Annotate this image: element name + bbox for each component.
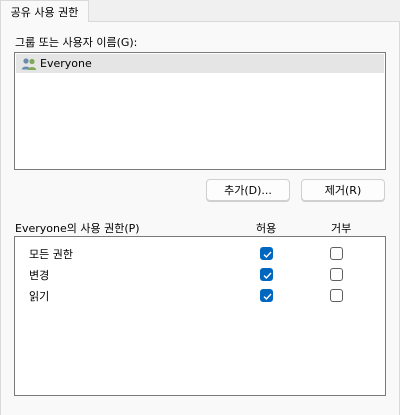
group-list-label: 그룹 또는 사용자 이름(G):: [15, 36, 138, 49]
permission-row-change: 변경: [15, 265, 385, 285]
list-item-everyone[interactable]: Everyone: [16, 54, 384, 73]
allow-change-checkbox[interactable]: [260, 268, 273, 281]
permission-row-read: 읽기: [15, 286, 385, 306]
allow-column-header: 허용: [256, 222, 277, 235]
add-button[interactable]: 추가(D)...: [206, 179, 290, 201]
remove-button[interactable]: 제거(R): [301, 179, 385, 201]
permission-row-full-control: 모든 권한: [15, 244, 385, 264]
deny-change-checkbox[interactable]: [330, 268, 343, 281]
permissions-list: 모든 권한 변경 읽기: [14, 236, 386, 396]
list-item-label: Everyone: [40, 57, 92, 70]
checkmark-icon: [263, 272, 272, 280]
remove-button-label: 제거(R): [324, 184, 362, 197]
users-icon: [21, 57, 37, 71]
checkmark-icon: [263, 251, 272, 259]
permission-name: 읽기: [29, 290, 50, 303]
add-button-label: 추가(D)...: [224, 184, 272, 197]
permissions-label: Everyone의 사용 권한(P): [15, 222, 140, 235]
tab-share-permissions[interactable]: 공유 사용 권한: [0, 0, 89, 22]
group-user-list[interactable]: Everyone: [14, 52, 386, 170]
deny-read-checkbox[interactable]: [330, 289, 343, 302]
permission-name: 모든 권한: [29, 248, 73, 261]
tab-label: 공유 사용 권한: [10, 5, 79, 19]
deny-full-control-checkbox[interactable]: [330, 247, 343, 260]
allow-full-control-checkbox[interactable]: [260, 247, 273, 260]
checkmark-icon: [263, 293, 272, 301]
permission-name: 변경: [29, 269, 50, 282]
allow-read-checkbox[interactable]: [260, 289, 273, 302]
deny-column-header: 거부: [331, 222, 352, 235]
